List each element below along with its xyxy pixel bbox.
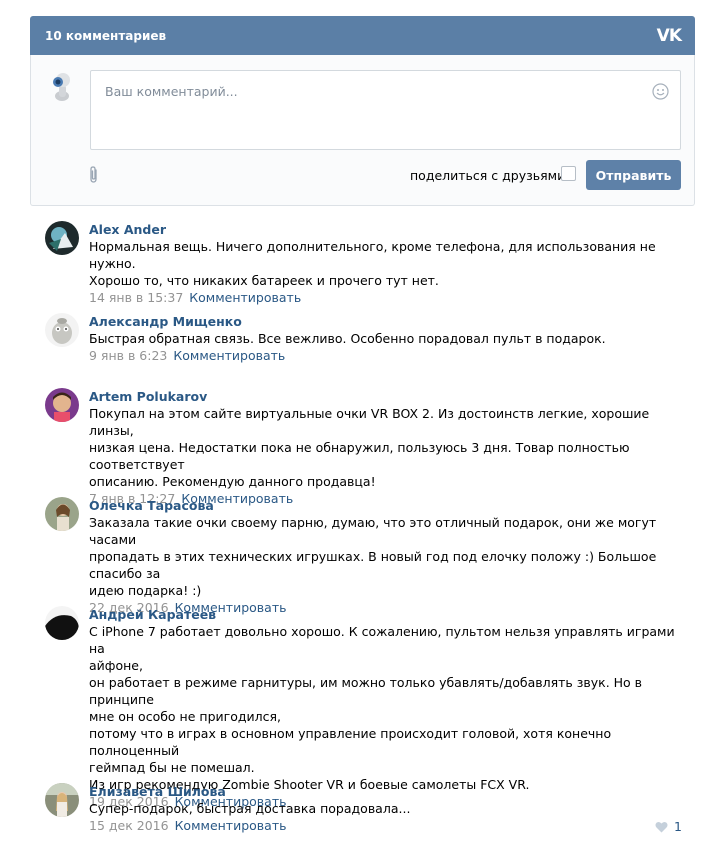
- comment-text: С iPhone 7 работает довольно хорошо. К с…: [89, 624, 675, 792]
- avatar[interactable]: [45, 497, 79, 531]
- comment-item: Андрей Каратеев С iPhone 7 работает дово…: [45, 606, 685, 809]
- comment-author[interactable]: Alex Ander: [89, 221, 685, 238]
- avatar[interactable]: [45, 313, 79, 347]
- attach-clip-icon[interactable]: [87, 165, 101, 185]
- send-button[interactable]: Отправить: [586, 160, 681, 190]
- share-with-friends-checkbox[interactable]: [561, 166, 576, 181]
- comment-input[interactable]: Ваш комментарий...: [90, 70, 681, 150]
- like-count: 1: [674, 819, 682, 834]
- reply-link[interactable]: Комментировать: [173, 348, 285, 363]
- smile-icon[interactable]: [652, 83, 669, 100]
- comment-meta: 15 дек 2016 Комментировать: [89, 817, 685, 834]
- comment-item: Олечка Тарасова Заказала такие очки свое…: [45, 497, 685, 615]
- comment-item: Alex Ander Нормальная вещь. Ничего допол…: [45, 221, 685, 305]
- comment-date[interactable]: 14 янв в 15:37: [89, 290, 183, 305]
- comment-meta: 14 янв в 15:37 Комментировать: [89, 289, 685, 306]
- avatar[interactable]: [45, 606, 79, 640]
- heart-icon: [655, 821, 668, 832]
- comment-input-placeholder: Ваш комментарий...: [105, 84, 238, 99]
- comment-item: Елизавета Шилова Супер-подарок, быстрая …: [45, 783, 685, 834]
- avatar[interactable]: [45, 783, 79, 817]
- comment-author[interactable]: Андрей Каратеев: [89, 606, 685, 623]
- reply-link[interactable]: Комментировать: [175, 818, 287, 833]
- reply-link[interactable]: Комментировать: [189, 290, 301, 305]
- comment-author[interactable]: Олечка Тарасова: [89, 497, 685, 514]
- avatar[interactable]: [45, 221, 79, 255]
- comments-count-title: 10 комментариев: [45, 28, 167, 43]
- comment-item: Александр Мищенко Быстрая обратная связь…: [45, 313, 685, 364]
- like-button[interactable]: 1: [655, 819, 682, 834]
- comment-text: Быстрая обратная связь. Все вежливо. Осо…: [89, 331, 606, 346]
- comment-meta: 9 янв в 6:23 Комментировать: [89, 347, 685, 364]
- current-user-avatar: [45, 69, 79, 103]
- comment-item: Artem Polukarov Покупал на этом сайте ви…: [45, 388, 685, 506]
- comment-date[interactable]: 9 янв в 6:23: [89, 348, 167, 363]
- widget-header: 10 комментариев VK: [30, 16, 695, 55]
- comment-text: Заказала такие очки своему парню, думаю,…: [89, 515, 657, 598]
- avatar[interactable]: [45, 388, 79, 422]
- comment-text: Нормальная вещь. Ничего дополнительного,…: [89, 239, 656, 288]
- comment-author[interactable]: Александр Мищенко: [89, 313, 685, 330]
- comments-widget: 10 комментариев VK Ваш комментарий... по…: [30, 16, 695, 206]
- comment-author[interactable]: Елизавета Шилова: [89, 783, 685, 800]
- comment-text: Супер-подарок, быстрая доставка порадова…: [89, 801, 411, 816]
- comment-date[interactable]: 15 дек 2016: [89, 818, 169, 833]
- share-with-friends-label: поделиться с друзьями: [410, 168, 566, 183]
- comment-text: Покупал на этом сайте виртуальные очки V…: [89, 406, 650, 489]
- vk-logo-icon[interactable]: VK: [657, 26, 682, 46]
- comment-form: Ваш комментарий... поделиться с друзьями…: [30, 55, 695, 206]
- comment-author[interactable]: Artem Polukarov: [89, 388, 685, 405]
